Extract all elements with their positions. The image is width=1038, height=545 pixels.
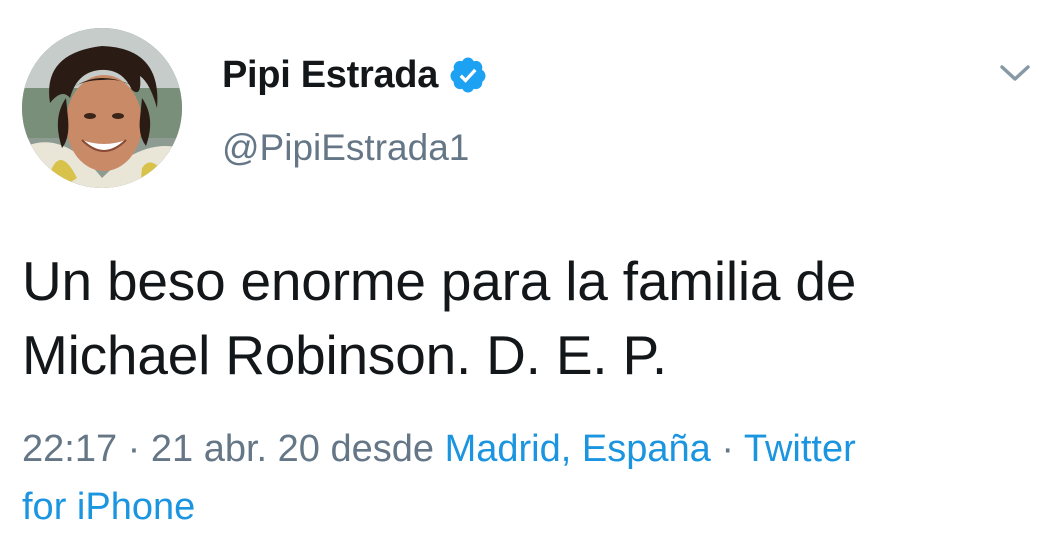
user-handle[interactable]: @PipiEstrada1 bbox=[222, 127, 469, 169]
tweet-text-line-2: Michael Robinson. D. E. P. bbox=[22, 324, 667, 386]
tweet-date[interactable]: 21 abr. 20 bbox=[151, 428, 320, 470]
tweet-card: Pipi Estrada @PipiEstrada1 Un beso enorm… bbox=[0, 0, 1038, 545]
tweet-meta: 22:17 · 21 abr. 20 desde Madrid, España … bbox=[22, 420, 1032, 536]
verified-badge-icon bbox=[448, 55, 488, 95]
display-name[interactable]: Pipi Estrada bbox=[222, 54, 438, 97]
tweet-text-line-1: Un beso enorme para la familia de bbox=[22, 250, 857, 312]
source-link-part-1[interactable]: Twitter bbox=[744, 428, 856, 470]
location-link[interactable]: Madrid, España bbox=[445, 428, 711, 470]
desde-label: desde bbox=[330, 428, 435, 470]
author-name-row: Pipi Estrada bbox=[222, 52, 488, 98]
meta-separator: · bbox=[127, 428, 141, 470]
avatar-photo bbox=[22, 28, 182, 188]
tweet-text: Un beso enorme para la familia de Michae… bbox=[22, 244, 1032, 392]
meta-separator-2: · bbox=[721, 428, 734, 470]
source-link-part-2[interactable]: for iPhone bbox=[22, 478, 1032, 536]
tweet-time[interactable]: 22:17 bbox=[22, 428, 117, 470]
chevron-down-icon[interactable] bbox=[998, 60, 1032, 86]
avatar[interactable] bbox=[22, 28, 182, 188]
tweet-meta-line-1: 22:17 · 21 abr. 20 desde Madrid, España … bbox=[22, 420, 1032, 478]
